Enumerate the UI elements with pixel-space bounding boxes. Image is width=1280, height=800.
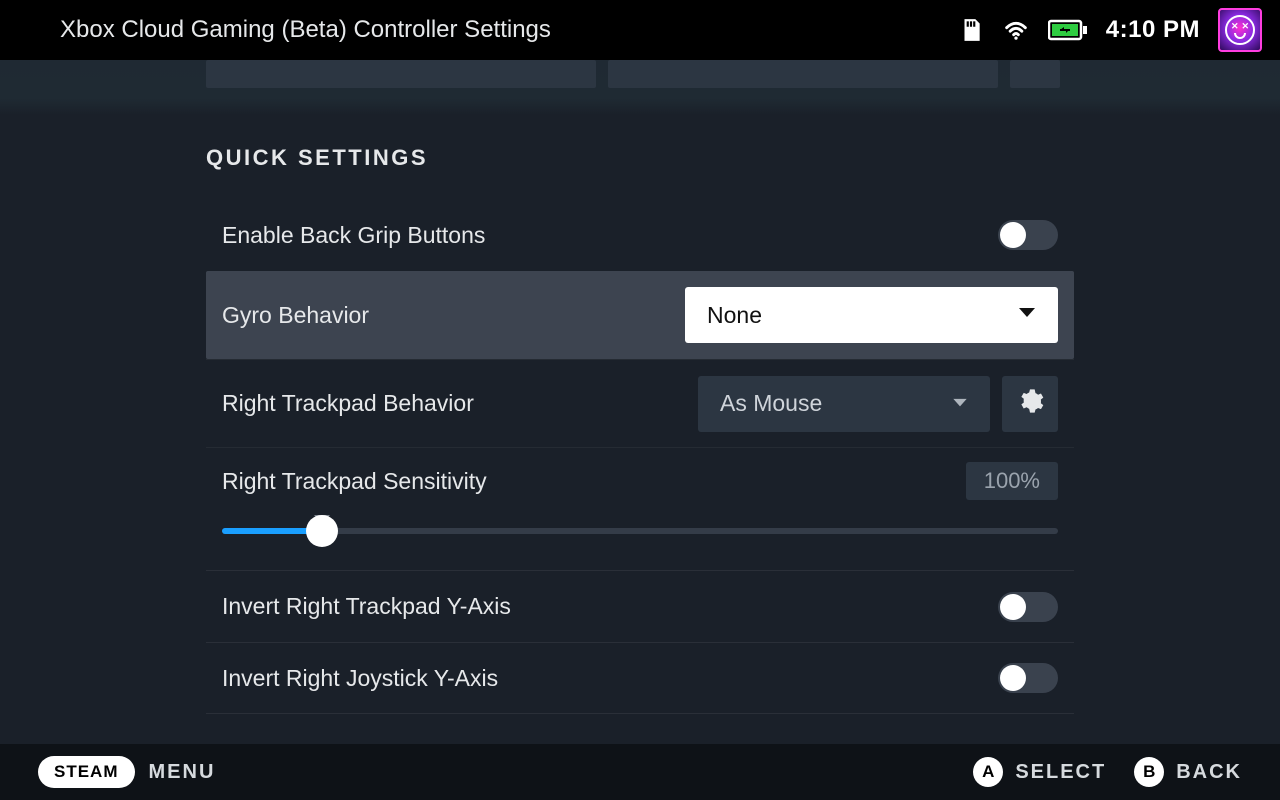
setting-label: Invert Right Joystick Y-Axis: [222, 665, 498, 692]
faded-card: [206, 60, 596, 88]
setting-label: Right Trackpad Behavior: [222, 390, 474, 417]
wifi-icon: [1002, 16, 1030, 44]
section-title: Quick Settings: [206, 145, 1074, 171]
quick-settings-panel: Quick Settings Enable Back Grip Buttons …: [0, 115, 1280, 740]
user-avatar[interactable]: [1218, 8, 1262, 52]
chevron-down-icon: [1018, 306, 1036, 324]
setting-right-trackpad-behavior[interactable]: Right Trackpad Behavior As Mouse: [206, 359, 1074, 447]
setting-label: Enable Back Grip Buttons: [222, 222, 485, 249]
setting-label: Gyro Behavior: [222, 302, 369, 329]
a-button-icon: A: [973, 757, 1003, 787]
hint-label: SELECT: [1015, 761, 1106, 784]
sensitivity-value: 100%: [966, 462, 1058, 500]
trackpad-advanced-button[interactable]: [1002, 376, 1058, 432]
faded-card: [608, 60, 998, 88]
gear-icon: [1016, 387, 1044, 420]
sd-card-icon: [958, 17, 984, 43]
setting-label: Right Trackpad Sensitivity: [222, 468, 487, 495]
slider-thumb[interactable]: [306, 515, 338, 547]
dropdown-right-trackpad-behavior[interactable]: As Mouse: [698, 376, 990, 432]
hint-select: A SELECT: [973, 757, 1106, 787]
setting-invert-right-trackpad-y[interactable]: Invert Right Trackpad Y-Axis: [206, 570, 1074, 642]
dropdown-value: As Mouse: [720, 390, 822, 417]
top-bar: Xbox Cloud Gaming (Beta) Controller Sett…: [0, 0, 1280, 60]
hint-label: BACK: [1176, 761, 1242, 784]
hint-back: B BACK: [1134, 757, 1242, 787]
dropdown-gyro-behavior[interactable]: None: [685, 287, 1058, 343]
page-title: Xbox Cloud Gaming (Beta) Controller Sett…: [60, 16, 551, 44]
faded-card: [1010, 60, 1060, 88]
sensitivity-slider[interactable]: [222, 528, 1058, 534]
b-button-icon: B: [1134, 757, 1164, 787]
clock: 4:10 PM: [1106, 16, 1200, 44]
steam-button[interactable]: STEAM: [38, 756, 135, 788]
toggle-back-grip[interactable]: [998, 220, 1058, 250]
status-bar: 4:10 PM: [958, 8, 1262, 52]
chevron-down-icon: [952, 395, 968, 413]
setting-back-grip[interactable]: Enable Back Grip Buttons: [206, 199, 1074, 271]
setting-gyro-behavior[interactable]: Gyro Behavior None: [206, 271, 1074, 359]
setting-invert-right-joystick-y[interactable]: Invert Right Joystick Y-Axis: [206, 642, 1074, 714]
battery-icon: [1048, 18, 1088, 42]
dropdown-value: None: [707, 302, 762, 329]
menu-hint: MENU: [149, 761, 216, 784]
setting-label: Invert Right Trackpad Y-Axis: [222, 593, 511, 620]
toggle-invert-trackpad-y[interactable]: [998, 592, 1058, 622]
toggle-invert-joystick-y[interactable]: [998, 663, 1058, 693]
bottom-bar: STEAM MENU A SELECT B BACK: [0, 744, 1280, 800]
setting-right-trackpad-sensitivity: Right Trackpad Sensitivity 100%: [206, 447, 1074, 570]
previous-section-peek: [0, 60, 1280, 115]
